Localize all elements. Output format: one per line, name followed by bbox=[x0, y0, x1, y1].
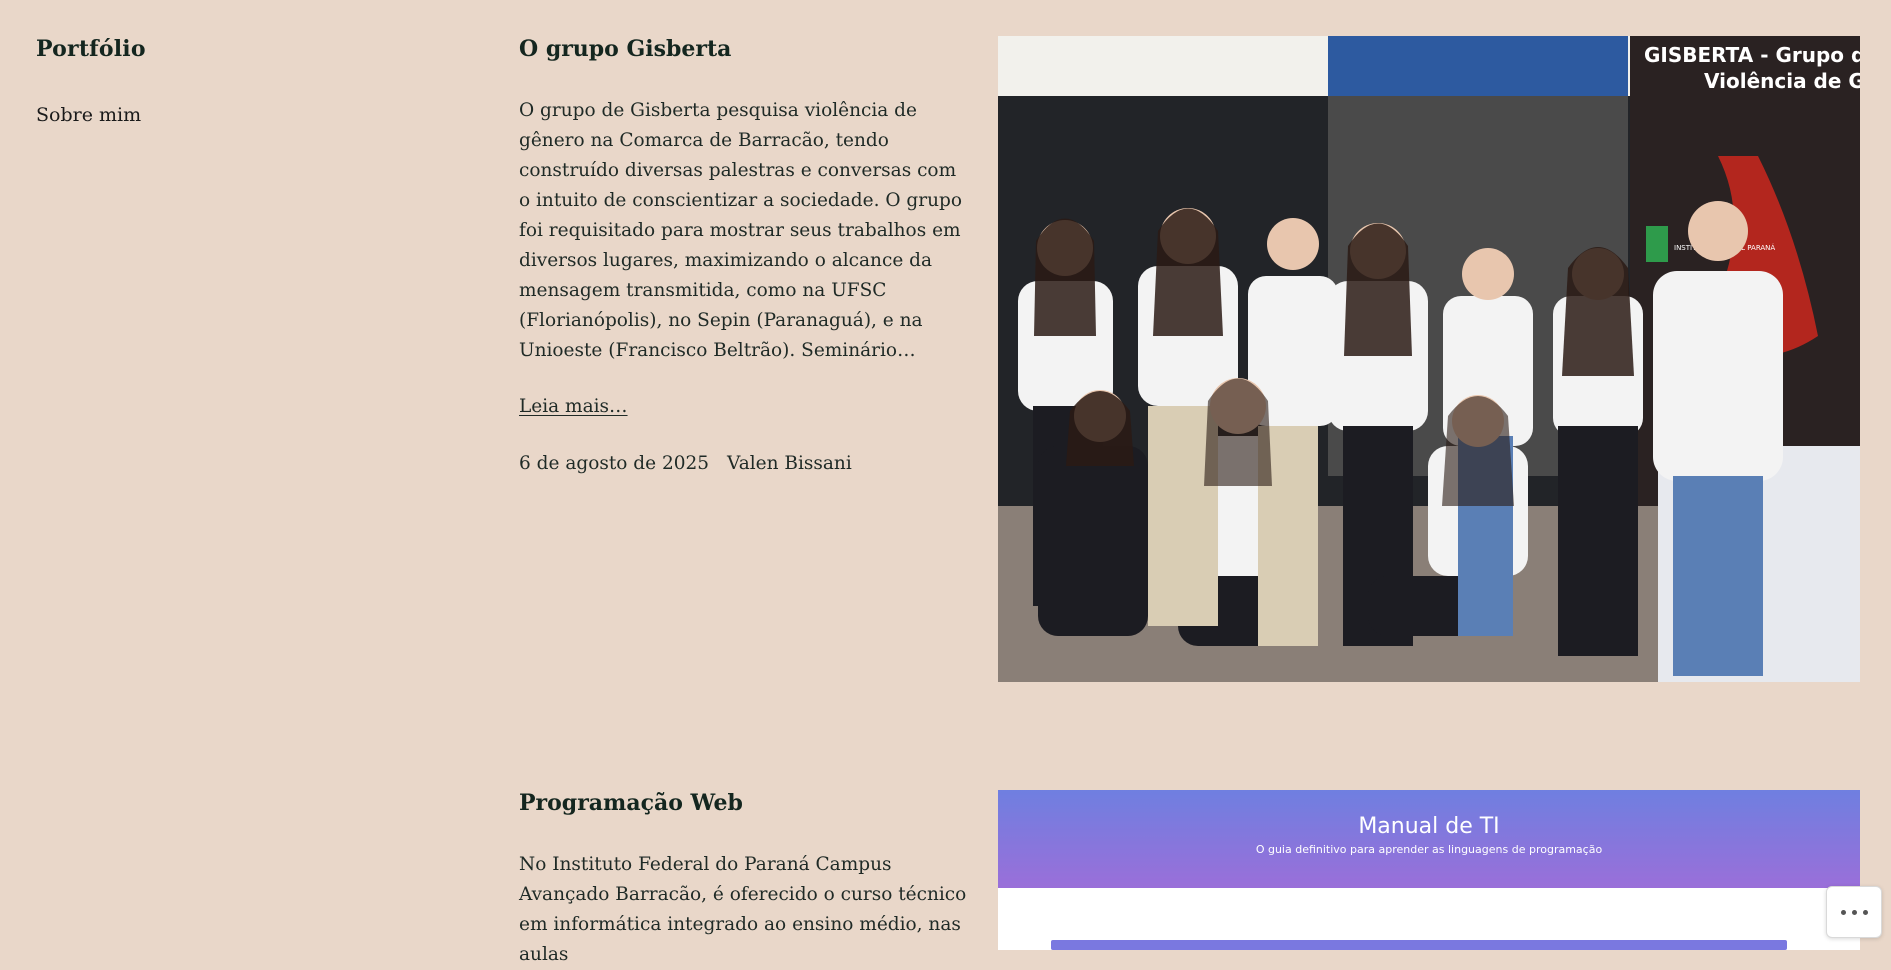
banner-text-line2: Violência de Gêne bbox=[1704, 69, 1860, 93]
read-more-link[interactable]: Leia mais… bbox=[519, 396, 628, 417]
site-title[interactable]: Portfólio bbox=[36, 36, 146, 62]
post-author[interactable]: Valen Bissani bbox=[727, 453, 852, 474]
ellipsis-icon bbox=[1851, 909, 1857, 915]
preview-header: Manual de TI O guia definitivo para apre… bbox=[998, 790, 1860, 888]
post-item: O grupo Gisberta O grupo de Gisberta pes… bbox=[519, 36, 969, 474]
post-image-website-preview[interactable]: Manual de TI O guia definitivo para apre… bbox=[998, 790, 1860, 950]
preview-subtitle: O guia definitivo para aprender as lingu… bbox=[1255, 843, 1603, 856]
nav-link-sobre-mim[interactable]: Sobre mim bbox=[36, 104, 141, 126]
more-options-button[interactable] bbox=[1826, 886, 1882, 938]
post-item: Programação Web No Instituto Federal do … bbox=[519, 790, 969, 970]
post-excerpt: No Instituto Federal do Paraná Campus Av… bbox=[519, 854, 967, 965]
post-title[interactable]: Programação Web bbox=[519, 790, 969, 816]
preview-title: Manual de TI bbox=[1358, 814, 1500, 839]
post-meta: 6 de agosto de 2025 Valen Bissani bbox=[519, 453, 969, 474]
post-excerpt: O grupo de Gisberta pesquisa violência d… bbox=[519, 100, 962, 361]
ellipsis-icon bbox=[1840, 909, 1846, 915]
post-date[interactable]: 6 de agosto de 2025 bbox=[519, 453, 709, 474]
post-image-group-photo[interactable]: GISBERTA - Grupo de Pes Violência de Gên… bbox=[998, 36, 1860, 682]
group-photo-illustration: GISBERTA - Grupo de Pes Violência de Gên… bbox=[998, 36, 1860, 682]
post-title[interactable]: O grupo Gisberta bbox=[519, 36, 969, 62]
banner-text-line1: GISBERTA - Grupo de Pes bbox=[1644, 43, 1860, 67]
preview-nav-bar bbox=[1051, 940, 1787, 950]
ellipsis-icon bbox=[1862, 909, 1868, 915]
